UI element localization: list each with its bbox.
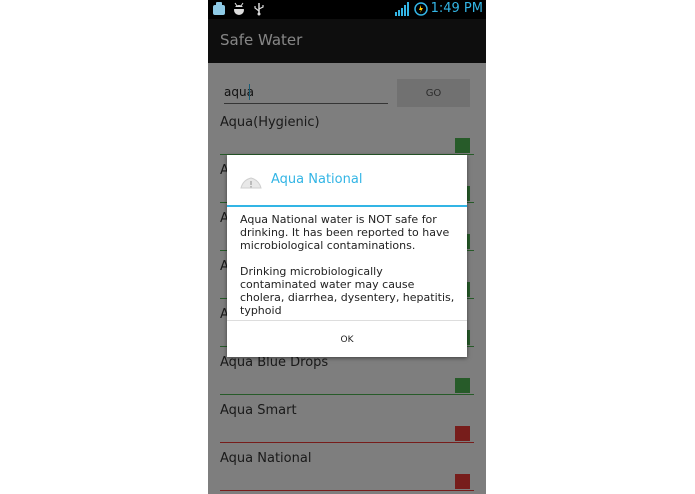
ok-button[interactable]: OK [227,321,467,358]
dialog-message-1: Aqua National water is NOT safe for drin… [240,213,450,252]
status-time: 1:49 PM [430,1,483,16]
dialog-message-2: Drinking microbiologically contaminated … [240,265,455,317]
android-debug-icon [234,2,244,15]
signal-icon [394,1,409,16]
app-notification-icon [213,2,225,15]
usb-icon [254,3,264,16]
battery-icon [413,1,428,16]
dialog-header: Aqua National [227,155,467,207]
status-bar: 1:49 PM [208,0,486,19]
phone-screen: 1:49 PM Safe Water GO Aqua(Hygienic) A A… [208,0,486,494]
dialog-message: Aqua National water is NOT safe for drin… [240,213,460,330]
status-left-icons [212,2,266,16]
alert-dialog: Aqua National Aqua National water is NOT… [227,155,467,357]
dialog-footer: OK [227,320,467,358]
status-right: 1:49 PM [394,1,483,16]
dialog-title: Aqua National [271,172,363,187]
alert-icon [240,177,262,189]
